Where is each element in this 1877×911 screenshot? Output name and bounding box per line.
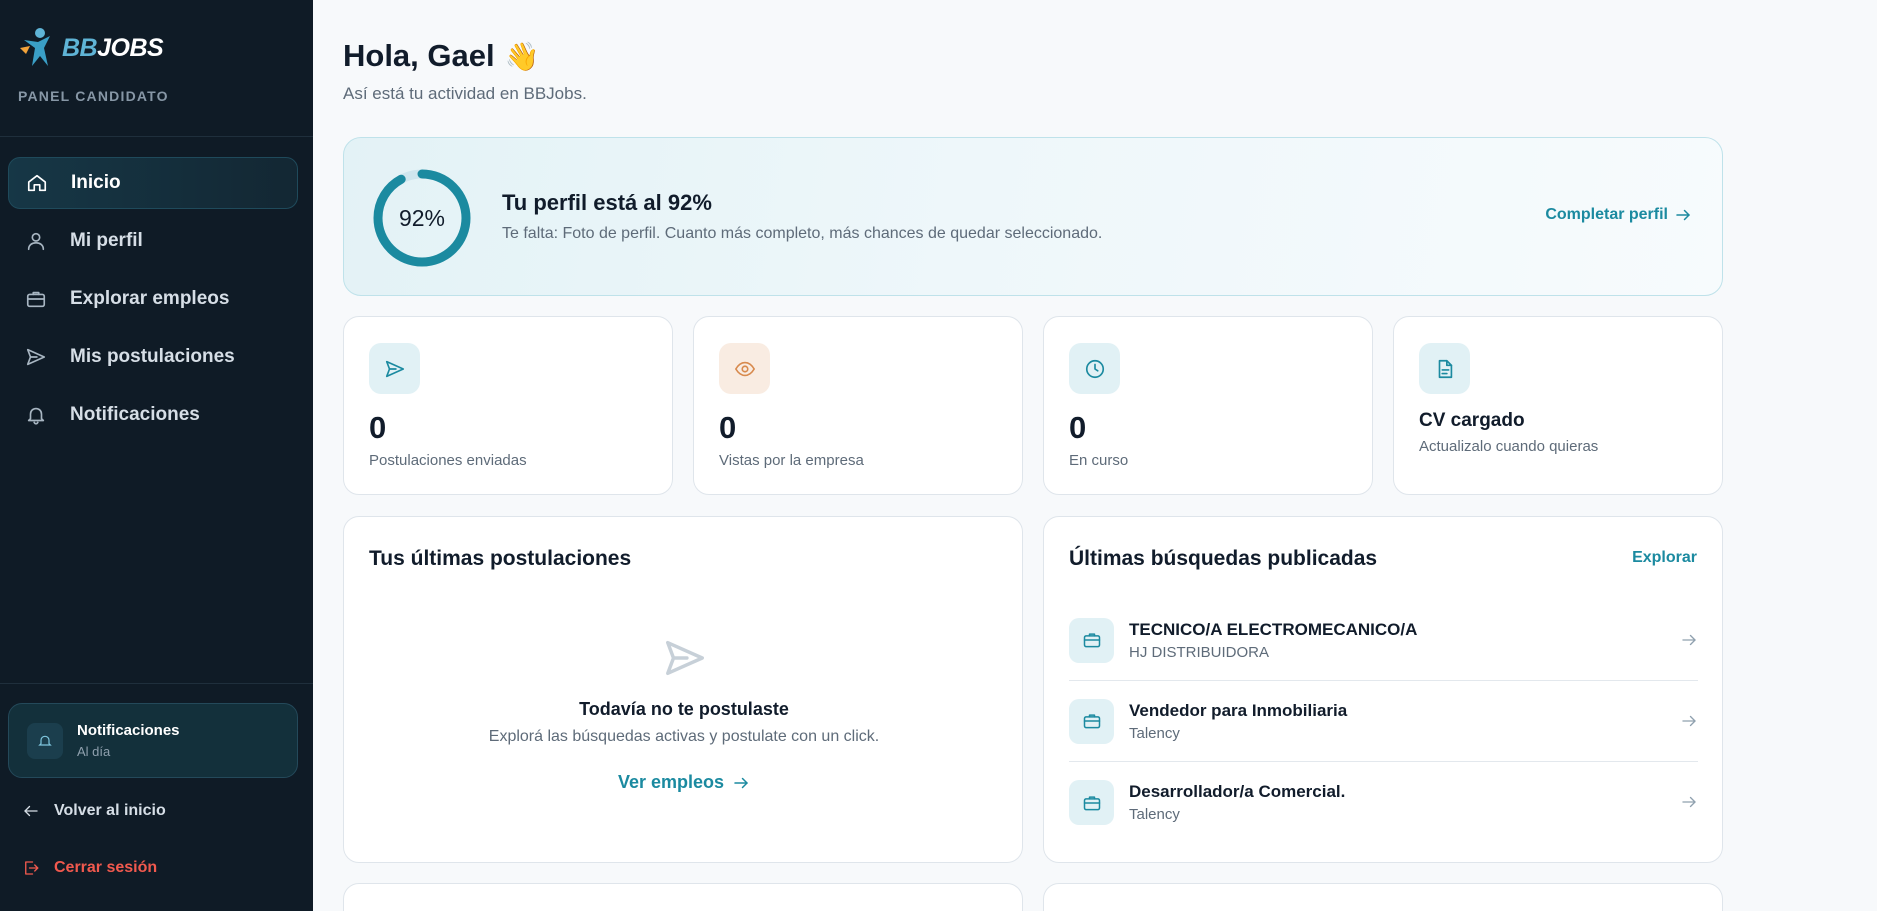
sidebar-divider [0,683,313,684]
latest-jobs-panel: Últimas búsquedas publicadas Explorar TE… [1043,516,1723,863]
page-subtitle: Así está tu actividad en BBJobs. [343,84,587,103]
user-icon [24,229,48,253]
logout-label: Cerrar sesión [54,859,158,876]
clock-icon [1069,343,1120,394]
back-label: Volver al inicio [54,802,166,819]
recent-applications-panel: Tus últimas postulaciones Todavía no te … [343,516,1023,863]
waving-hand-icon: 👋 [504,40,540,72]
briefcase-icon [1069,617,1114,663]
home-icon [25,171,49,195]
lower-card-left [343,883,1023,911]
notifications-status-card[interactable]: Notificaciones Al día [8,703,298,778]
profile-completion-title: Tu perfil está al 92% [502,190,712,215]
logout-button[interactable]: Cerrar sesión [22,859,157,877]
stat-card-applications[interactable]: 0 Postulaciones enviadas [343,316,673,495]
sidebar-item-mis-postulaciones[interactable]: Mis postulaciones [8,331,298,383]
job-title: Desarrollador/a Comercial. [1129,782,1346,801]
explore-link[interactable]: Explorar [1632,549,1697,567]
arrow-right-icon [1680,631,1698,649]
notifications-title: Notificaciones [77,722,180,739]
arrow-left-icon [24,805,38,817]
profile-progress-label: 92% [398,204,446,231]
sidebar-item-label: Mi perfil [70,230,143,251]
lower-card-right [1043,883,1723,911]
job-company: Talency [1129,806,1180,823]
brand-logo[interactable]: BBJOBS [18,26,164,70]
sidebar-item-label: Mis postulaciones [70,346,235,367]
cv-status-sub: Actualizalo cuando quieras [1419,438,1599,455]
complete-profile-label: Completar perfil [1545,206,1668,223]
complete-profile-link[interactable]: Completar perfil [1545,206,1692,224]
briefcase-icon [24,287,48,311]
sidebar-divider [0,136,313,137]
send-icon [24,345,48,369]
stat-card-views[interactable]: 0 Vistas por la empresa [693,316,1023,495]
arrow-right-icon [1680,793,1698,811]
list-item[interactable]: Vendedor para Inmobiliaria Talency [1069,681,1698,762]
sidebar-item-mi-perfil[interactable]: Mi perfil [8,215,298,267]
sidebar-nav: Inicio Mi perfil Explorar empleos Mis po… [8,157,298,447]
cv-status-title: CV cargado [1419,410,1525,431]
job-list: TECNICO/A ELECTROMECANICO/A HJ DISTRIBUI… [1069,600,1698,843]
arrow-right-icon [734,777,748,788]
stats-row: 0 Postulaciones enviadas 0 Vistas por la… [343,316,1723,495]
stat-value: 0 [1069,410,1087,445]
notifications-status: Al día [77,744,111,759]
stat-card-in-progress[interactable]: 0 En curso [1043,316,1373,495]
see-jobs-label: Ver empleos [617,772,725,792]
briefcase-icon [1069,698,1114,744]
sidebar-item-label: Notificaciones [70,404,200,425]
sidebar-item-inicio[interactable]: Inicio [8,157,298,209]
stat-value: 0 [719,410,737,445]
profile-completion-description: Te falta: Foto de perfil. Cuanto más com… [502,225,1103,242]
sidebar: BBJOBS PANEL CANDIDATO Inicio Mi perfil … [0,0,313,911]
panel-title: Últimas búsquedas publicadas [1069,547,1378,570]
stat-card-cv[interactable]: CV cargado Actualizalo cuando quieras [1393,316,1723,495]
arrow-right-icon [1676,209,1690,221]
job-company: HJ DISTRIBUIDORA [1129,643,1270,661]
profile-completion-card: 92% Tu perfil está al 92% Te falta: Foto… [343,137,1723,296]
back-to-home-link[interactable]: Volver al inicio [22,802,166,820]
sidebar-item-explorar-empleos[interactable]: Explorar empleos [8,273,298,325]
bell-icon [24,403,48,427]
see-jobs-link[interactable]: Ver empleos [344,772,1024,793]
bell-icon [27,722,63,759]
list-item[interactable]: Desarrollador/a Comercial. Talency [1069,762,1698,843]
stat-label: Vistas por la empresa [719,452,864,469]
panel-title: Tus últimas postulaciones [369,547,632,570]
sidebar-item-label: Explorar empleos [70,288,230,309]
paper-plane-icon [662,635,708,681]
sidebar-item-label: Inicio [71,172,121,193]
job-title: Vendedor para Inmobiliaria [1129,700,1348,720]
brand-figure-icon [20,28,50,66]
stat-label: Postulaciones enviadas [369,452,527,469]
stat-label: En curso [1069,452,1129,469]
empty-state-subtitle: Explorá las búsquedas activas y postulat… [488,728,880,745]
eye-icon [719,343,770,394]
list-item[interactable]: TECNICO/A ELECTROMECANICO/A HJ DISTRIBUI… [1069,600,1698,681]
document-icon [1419,343,1470,394]
job-title: TECNICO/A ELECTROMECANICO/A [1129,619,1418,639]
briefcase-icon [1069,780,1114,825]
brand-wordmark: BBJOBS [62,33,164,62]
logout-icon [25,861,39,875]
greeting-text: Hola, Gael [343,38,495,73]
stat-value: 0 [369,410,387,445]
send-icon [369,343,420,394]
page-title: Hola, Gael 👋 [343,38,539,74]
panel-label: PANEL CANDIDATO [18,88,169,104]
job-company: Talency [1129,724,1180,742]
arrow-right-icon [1680,712,1698,730]
empty-state-title: Todavía no te postulaste [579,699,789,719]
sidebar-item-notificaciones[interactable]: Notificaciones [8,389,298,441]
